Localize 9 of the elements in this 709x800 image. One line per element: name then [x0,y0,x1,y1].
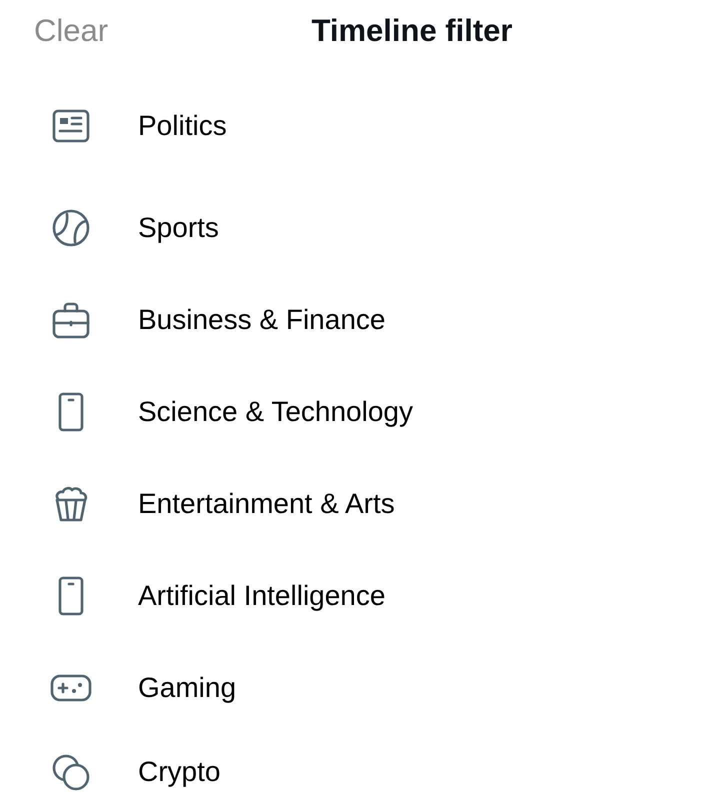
topic-item[interactable]: Gaming [0,642,709,734]
topic-item[interactable]: Entertainment & Arts [0,458,709,550]
topic-item[interactable]: Politics [0,80,709,172]
topic-item[interactable]: Business & Finance [0,274,709,366]
topic-item[interactable]: Sports [0,182,709,274]
topic-item[interactable]: Crypto [0,734,709,800]
topic-item[interactable]: Artificial Intelligence [0,550,709,642]
topic-item[interactable]: Science & Technology [0,366,709,458]
title: Timeline filter [312,12,512,50]
